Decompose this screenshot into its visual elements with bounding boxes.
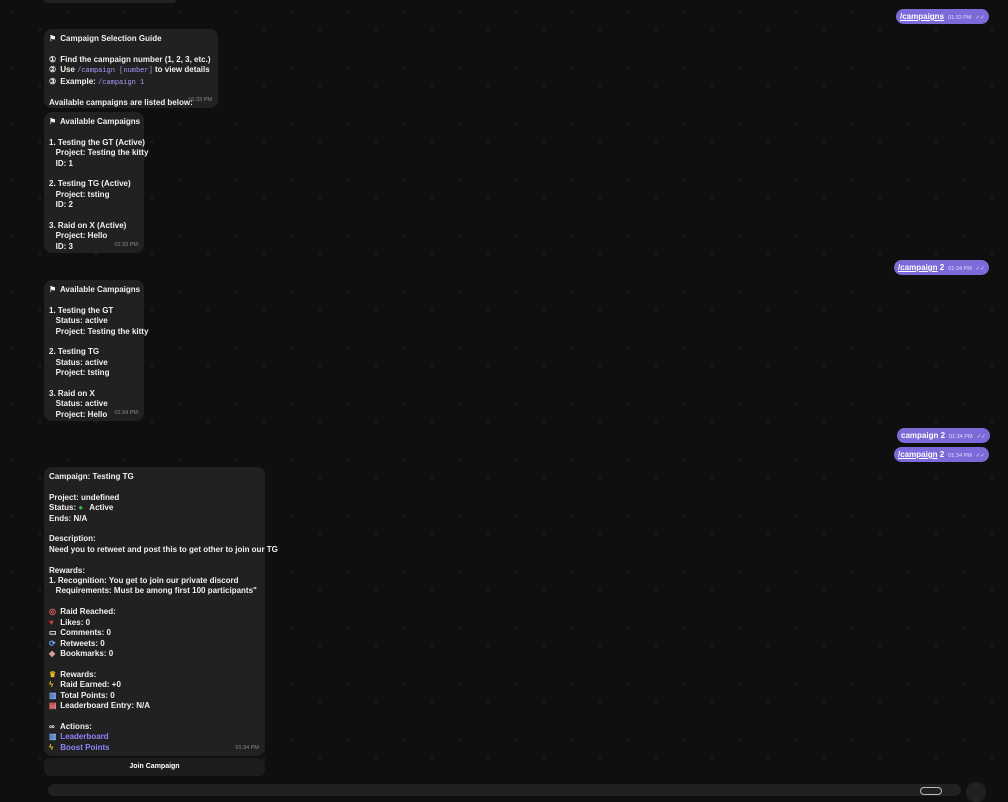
list-line: Status: active <box>49 316 108 326</box>
send-button[interactable] <box>966 782 986 802</box>
campaign-detail-message: Campaign: Testing TG Project: undefined … <box>44 467 278 756</box>
campaign-title: Campaign: Testing TG <box>49 472 134 481</box>
number-two-icon: ② <box>49 65 57 75</box>
description-text: Need you to retweet and post this to get… <box>49 544 278 554</box>
read-check-icon: ✓✓ <box>975 15 985 21</box>
list-line: Project: Testing the kitty <box>49 148 149 158</box>
target-icon: ◎ <box>49 607 56 617</box>
read-check-icon: ✓✓ <box>975 266 986 272</box>
campaign-guide-message: ⚑ Campaign Selection Guide ① Find the ca… <box>44 29 218 108</box>
attach-icon[interactable] <box>920 787 942 795</box>
message-time: 01:34 PM <box>114 409 138 416</box>
message-input[interactable] <box>48 784 961 796</box>
previous-message-edge <box>44 0 176 3</box>
join-campaign-button[interactable]: Join Campaign <box>44 758 265 776</box>
list-line: Project: Testing the kitty <box>49 326 149 336</box>
list-line <box>49 337 138 347</box>
speech-bubble-icon: ▭ <box>49 628 57 638</box>
leaderboard-link[interactable]: Leaderboard <box>60 732 108 741</box>
message-time: 01:34 PM <box>948 453 972 459</box>
bar-chart-icon: ▥ <box>49 690 57 700</box>
command-link[interactable]: /campaign <box>898 450 938 459</box>
inline-code[interactable]: /campaign [number] <box>77 67 153 75</box>
campaign-list-message: ⚑ Available Campaigns 1. Testing the GT … <box>44 280 149 421</box>
read-check-icon: ✓✓ <box>975 453 986 459</box>
link-icon: ∞ <box>49 721 55 731</box>
number-three-icon: ③ <box>49 76 57 86</box>
flag-icon: ⚑ <box>49 117 57 126</box>
bar-chart-icon: ▥ <box>49 732 57 742</box>
message-time: 01:33 PM <box>188 96 212 103</box>
command-link[interactable]: /campaign <box>898 263 938 272</box>
outgoing-message[interactable]: campaign 2 01:34 PM ✓✓ <box>897 428 990 443</box>
list-line <box>49 169 138 179</box>
command-link[interactable]: /campaigns <box>900 12 944 21</box>
list-line: 1. Testing the GT <box>49 305 114 315</box>
inline-code[interactable]: /campaign 1 <box>98 79 144 87</box>
outgoing-message[interactable]: /campaign 2 01:34 PM ✓✓ <box>894 447 990 462</box>
message-time: 01:33 PM <box>114 241 138 248</box>
list-line: Project: tsting <box>49 368 110 378</box>
list-line: 1. Testing the GT (Active) <box>49 137 145 147</box>
message-time: 01:33 PM <box>948 15 972 21</box>
list-line: ID: 1 <box>49 158 74 168</box>
number-one-icon: ① <box>49 54 57 64</box>
trophy-icon: ♛ <box>49 669 57 679</box>
status-value: Active <box>89 503 114 513</box>
trend-chart-icon: ▤ <box>49 700 57 710</box>
outgoing-message[interactable]: /campaign 2 01:34 PM ✓✓ <box>894 260 990 275</box>
message-time: 01:34 PM <box>948 266 972 272</box>
campaign-list-message: ⚑ Available Campaigns 1. Testing the GT … <box>44 112 149 253</box>
flag-icon: ⚑ <box>49 34 57 43</box>
lightning-icon: ϟ <box>49 742 54 752</box>
read-check-icon: ✓✓ <box>976 434 986 440</box>
list-line: Project: tsting <box>49 189 110 199</box>
list-line: 3. Raid on X <box>49 389 95 399</box>
heart-icon: ♥ <box>49 617 54 627</box>
message-time: 01:34 PM <box>949 434 973 440</box>
outgoing-message[interactable]: /campaigns 01:33 PM ✓✓ <box>896 9 989 24</box>
list-line: ID: 2 <box>49 200 74 210</box>
bookmark-icon: ◆ <box>49 648 56 658</box>
message-time: 01:34 PM <box>235 744 259 751</box>
list-line <box>49 211 138 221</box>
flag-icon: ⚑ <box>49 285 57 294</box>
list-line: 2. Testing TG (Active) <box>49 179 131 189</box>
repeat-icon: ⟳ <box>49 638 56 648</box>
boost-points-link[interactable]: Boost Points <box>60 743 109 752</box>
list-line: Status: active <box>49 357 108 367</box>
green-circle-icon: ● <box>78 503 84 513</box>
list-line: 2. Testing TG <box>49 347 100 357</box>
list-line <box>49 379 138 389</box>
lightning-icon: ϟ <box>49 680 54 690</box>
list-line: 3. Raid on X (Active) <box>49 221 127 231</box>
